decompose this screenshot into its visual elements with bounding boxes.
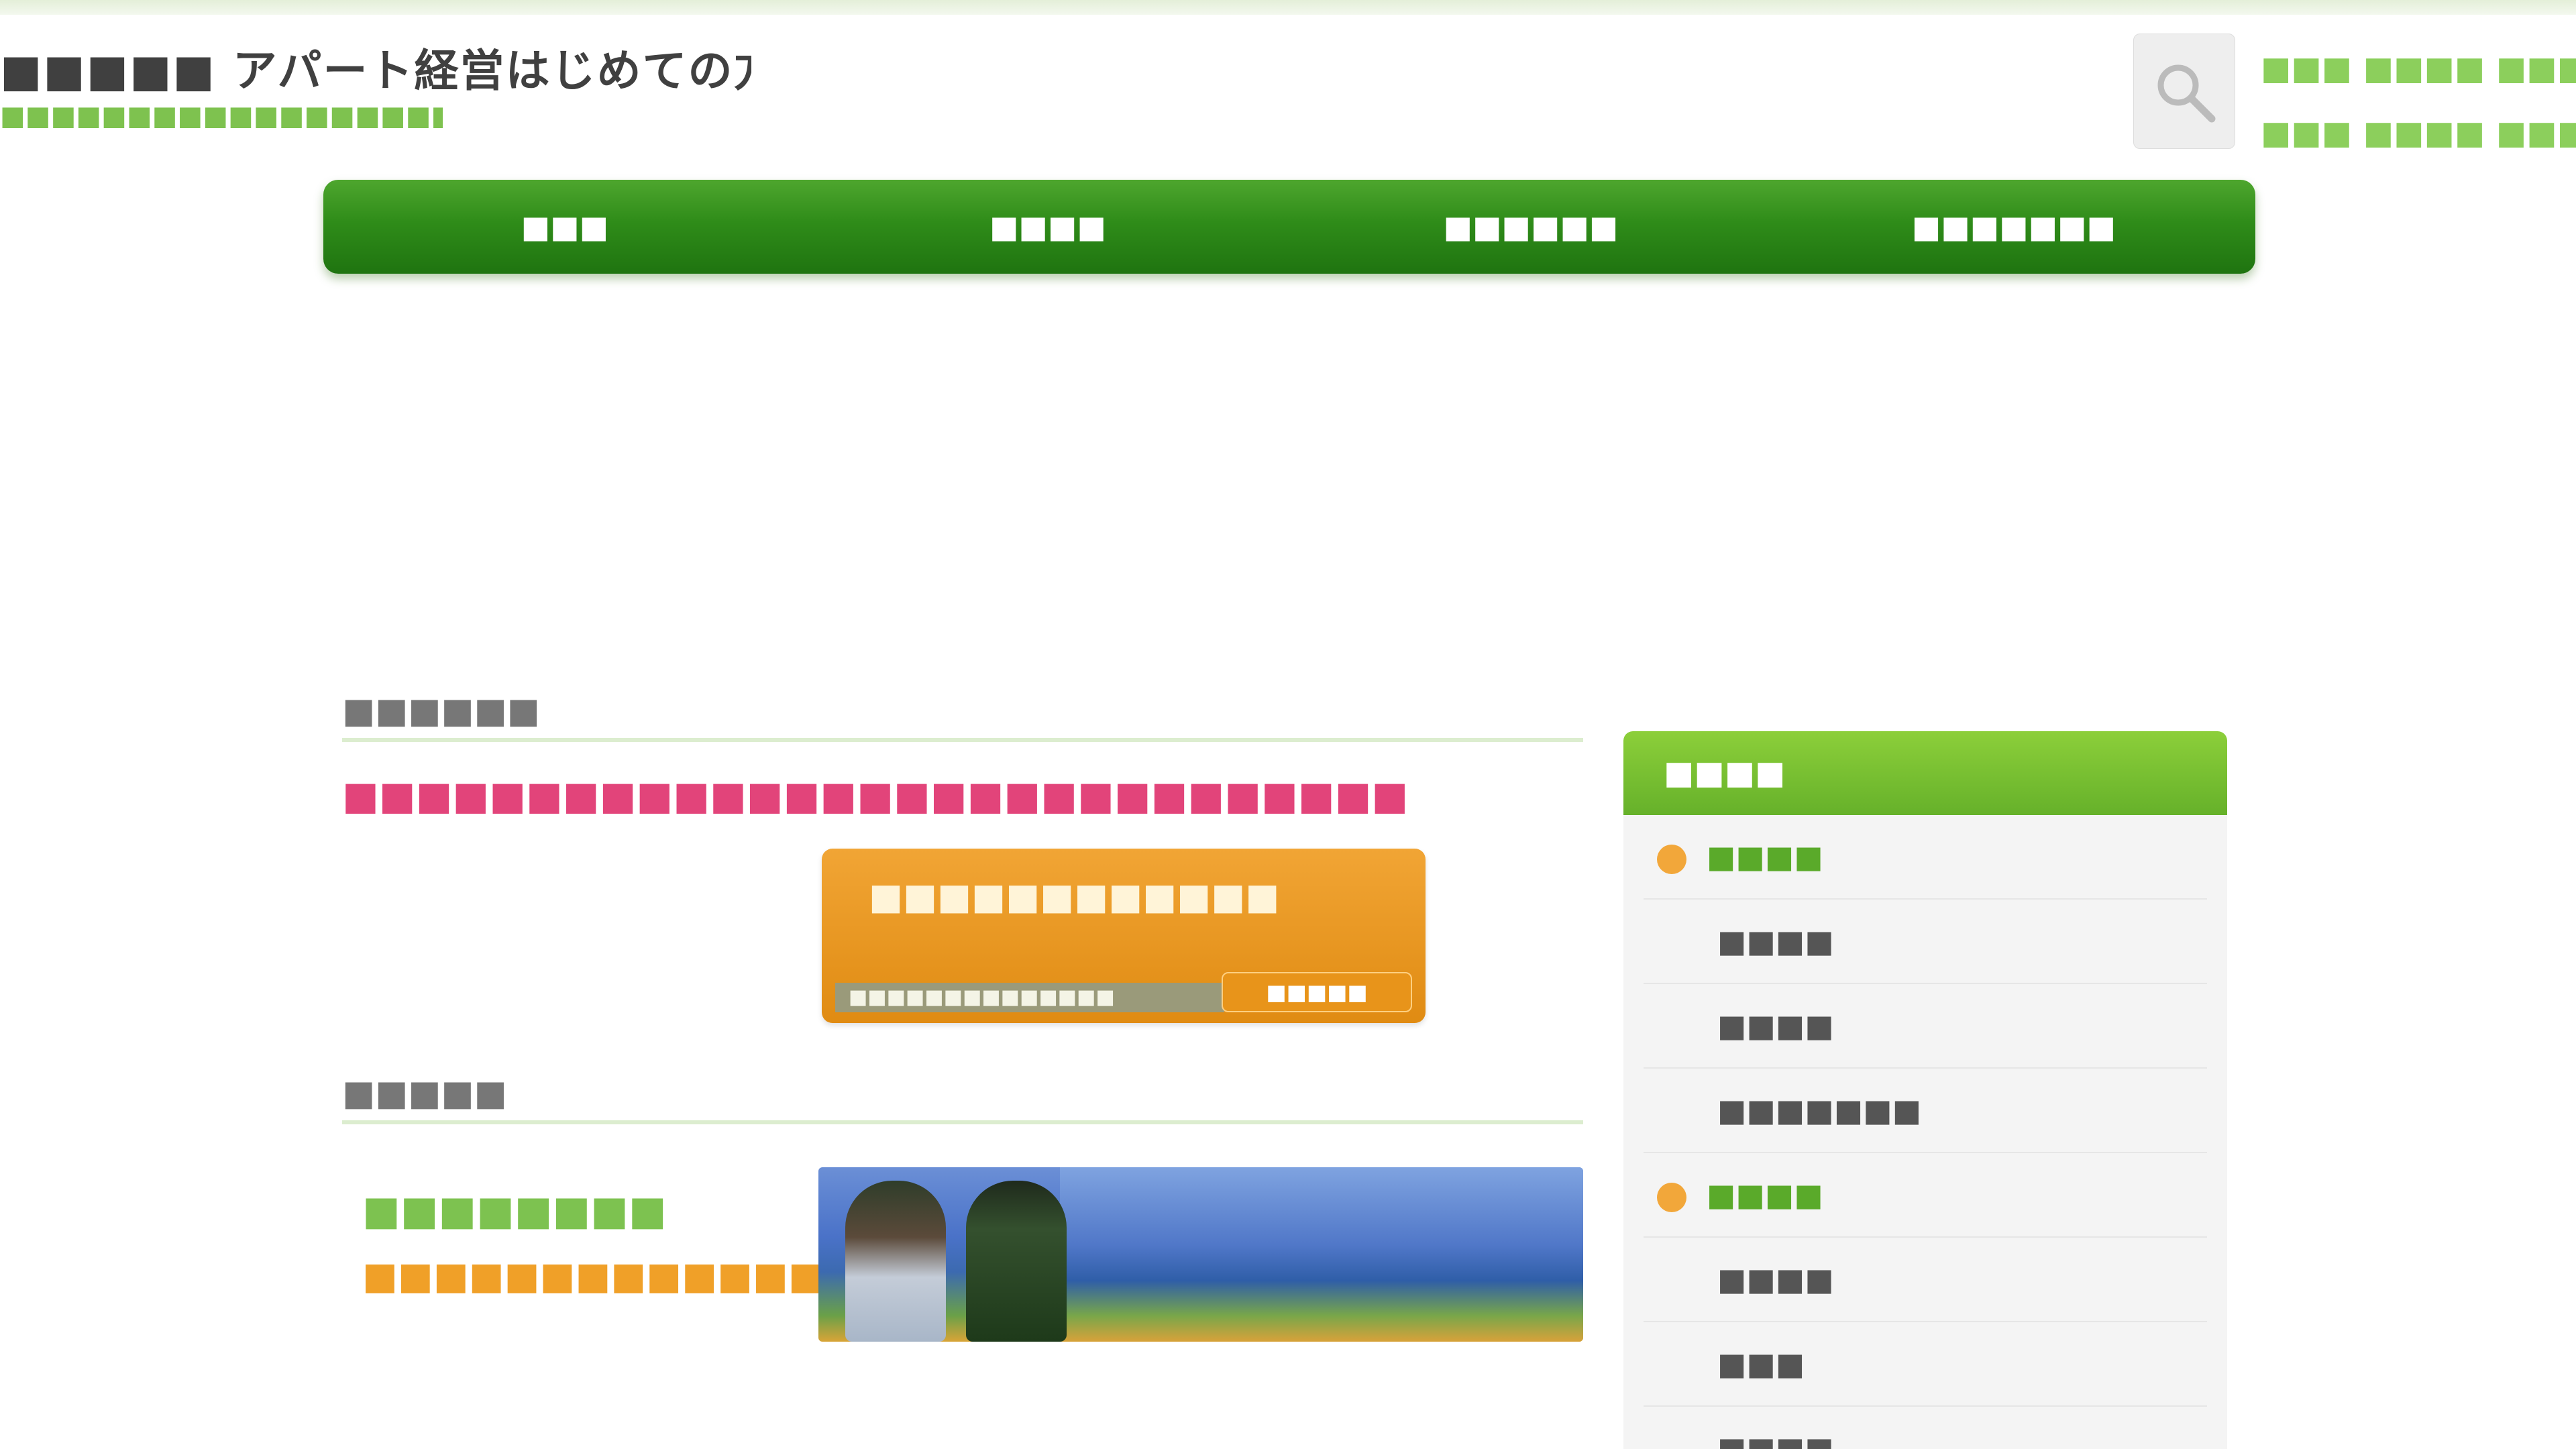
sidebar-item-label: ■■■ [1717, 1346, 1805, 1382]
landscape-image [1060, 1167, 1583, 1342]
nav-item-4[interactable]: ■■■■■■■ [1772, 180, 2255, 274]
seminar-banner[interactable]: ■■■■■■■■■■■■ ■■■■■■■■■■■■■■ ■■■■■ [822, 849, 1426, 1023]
sidebar: ■■■■ ■■■■ ■■■■ ■■■■ ■■■■■■■ ■■■■ ■■■■ ■■■ ■■■■ [1623, 731, 2227, 1449]
main-content: ■■■■■■ ■■■■■■■■■■■■■■■■■■■■■■■■■■■■■ ■■■… [342, 684, 1583, 1342]
bullet-icon [1657, 844, 1686, 874]
sidebar-item-1[interactable]: ■■■■ [1644, 900, 2207, 984]
sidebar-item-3[interactable]: ■■■■■■■ [1644, 1069, 2207, 1153]
contact-info: ■■■ ■■■■ ■■■ ■■■ ■■■■ ■■■ [2261, 36, 2576, 165]
promo-subline[interactable]: ■■■■■■■■■■■■■■ [362, 1254, 832, 1298]
feature-link[interactable]: ■■■■■■■■■■■■■■■■■■■■■■■■■■■■■ [342, 769, 1583, 822]
promo-headline[interactable]: ■■■■■■■■ [362, 1187, 667, 1234]
sidebar-item-7[interactable]: ■■■■ [1644, 1407, 2207, 1449]
banner-text: ■■■■■■■■■■■■ [869, 875, 1280, 918]
sidebar-item-label: ■■■■ [1717, 1261, 1834, 1297]
contact-phone[interactable]: ■■■ ■■■■ ■■■ [2261, 36, 2576, 101]
global-nav: ■■■ ■■■■ ■■■■■■ ■■■■■■■ [323, 180, 2255, 274]
sidebar-header: ■■■■ [1623, 731, 2227, 815]
site-subtitle: ■■■■■■■■■■■■■■■■■■ [0, 101, 443, 131]
nav-item-2[interactable]: ■■■■ [806, 180, 1289, 274]
sidebar-item-6[interactable]: ■■■ [1644, 1322, 2207, 1407]
section-heading-2: ■■■■■ [342, 1067, 1583, 1124]
sidebar-item-label: ■■■■ [1707, 1177, 1823, 1213]
sidebar-item-label: ■■■■■■■ [1717, 1092, 1922, 1128]
search-button[interactable] [2133, 34, 2235, 149]
sidebar-item-label: ■■■■ [1717, 1008, 1834, 1044]
person-image [845, 1181, 946, 1342]
sidebar-item-5[interactable]: ■■■■ [1644, 1238, 2207, 1322]
site-title[interactable]: ■■■■■ アパート経営はじめての方のための基本 [0, 35, 751, 95]
top-border [0, 0, 2576, 15]
contact-hours: ■■■ ■■■■ ■■■ [2261, 114, 2576, 152]
sidebar-item-0[interactable]: ■■■■ [1644, 815, 2207, 900]
sidebar-menu: ■■■■ ■■■■ ■■■■ ■■■■■■■ ■■■■ ■■■■ ■■■ ■■■■ [1623, 815, 2227, 1449]
nav-item-home[interactable]: ■■■ [323, 180, 806, 274]
sidebar-item-label: ■■■■ [1717, 923, 1834, 959]
sidebar-item-4[interactable]: ■■■■ [1644, 1153, 2207, 1238]
sidebar-item-2[interactable]: ■■■■ [1644, 984, 2207, 1069]
promo-block: ■■■■■■■■ ■■■■■■■■■■■■■■ [342, 1154, 1583, 1355]
section-heading: ■■■■■■ [342, 684, 1583, 742]
banner-subtext: ■■■■■■■■■■■■■■ [835, 983, 1224, 1012]
banner-button[interactable]: ■■■■■ [1222, 972, 1412, 1012]
sidebar-item-label: ■■■■ [1717, 1430, 1834, 1449]
search-icon [2157, 64, 2216, 123]
nav-item-3[interactable]: ■■■■■■ [1289, 180, 1772, 274]
person-image-2 [966, 1181, 1067, 1342]
sidebar-item-label: ■■■■ [1707, 839, 1823, 875]
bullet-icon [1657, 1182, 1686, 1212]
promo-banner-image[interactable] [818, 1167, 1583, 1342]
